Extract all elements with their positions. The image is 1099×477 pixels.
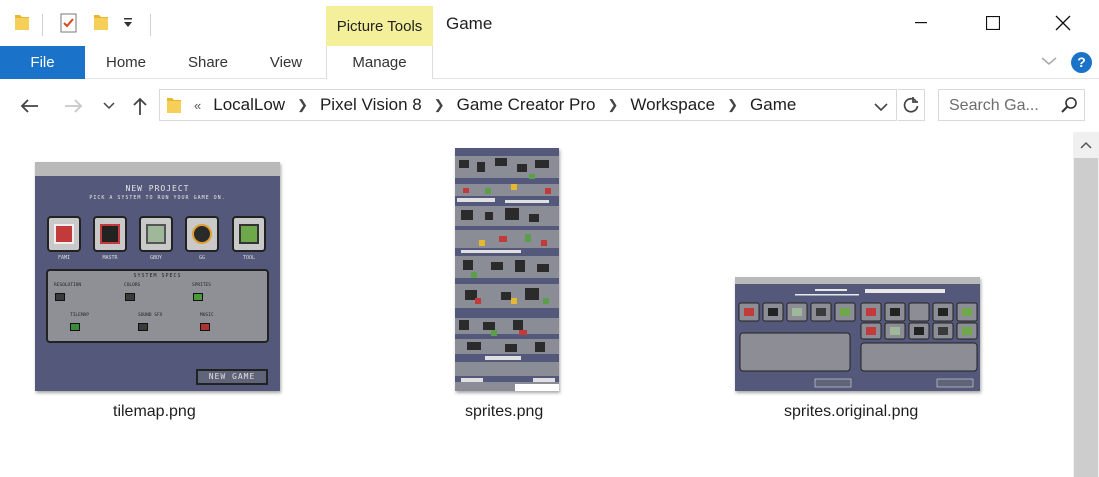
thumbnail-subtitle: PICK A SYSTEM TO RUN YOUR GAME ON. [89,195,226,201]
breadcrumb-game[interactable]: Game [750,95,796,115]
chevron-right-icon[interactable]: ❯ [434,97,445,113]
file-name-tilemap[interactable]: tilemap.png [113,403,196,421]
customize-dropdown-icon[interactable] [122,16,134,34]
tab-manage[interactable]: Manage [326,46,433,79]
file-name-sprites[interactable]: sprites.png [465,403,543,421]
overflow-icon[interactable]: « [194,98,201,113]
spec-icon [193,293,203,301]
gboy-icon [139,216,173,252]
spec-icon [200,323,210,331]
breadcrumb-pixel-vision-8[interactable]: Pixel Vision 8 [320,95,422,115]
chevron-right-icon[interactable]: ❯ [727,97,738,113]
chevron-right-icon[interactable]: ❯ [608,97,619,113]
expand-ribbon-icon[interactable] [1040,54,1058,72]
forward-button[interactable] [62,94,86,118]
system-label: TOOL [242,255,256,261]
system-label: GG [198,255,206,261]
thumbnail-title: NEW PROJECT [125,184,190,193]
properties-icon[interactable] [60,12,78,39]
chevron-right-icon[interactable]: ❯ [297,97,308,113]
gg-icon [185,216,219,252]
specs-title: SYSTEM SPECS [133,273,182,279]
spec-icon [125,293,135,301]
thumbnail-tilemap[interactable]: NEW PROJECT PICK A SYSTEM TO RUN YOUR GA… [35,162,280,391]
sprite-sheet-original-image [735,277,980,391]
file-name-sprites-original[interactable]: sprites.original.png [784,403,918,421]
window-title: Game [446,14,493,33]
up-button[interactable] [128,94,152,118]
refresh-button[interactable] [898,89,925,121]
fami-icon [47,216,81,252]
chevron-down-icon[interactable] [874,99,888,117]
spec-label: MUSIC [200,313,214,318]
close-button[interactable] [1027,0,1099,46]
new-game-button: NEW GAME [196,369,268,385]
tab-view[interactable]: View [256,46,316,79]
system-label: MASTR [102,255,118,261]
recent-locations-button[interactable] [97,94,121,118]
system-label: FAMI [57,255,71,261]
vertical-scrollbar[interactable] [1073,132,1099,477]
new-folder-icon[interactable] [93,12,109,37]
breadcrumb-locallow[interactable]: LocalLow [213,95,285,115]
folder-icon[interactable] [14,12,30,37]
tab-file[interactable]: File [0,46,85,79]
minimize-button[interactable] [885,0,957,46]
tool-icon [232,216,266,252]
spec-label: SPRITES [192,283,211,288]
search-icon[interactable] [1061,97,1077,118]
thumbnail-sprites[interactable] [455,148,559,391]
scroll-up-button[interactable] [1073,132,1099,158]
breadcrumb-workspace[interactable]: Workspace [630,95,715,115]
search-input[interactable]: Search Ga... [949,97,1039,115]
spec-label: SOUND SFX [138,313,163,318]
ribbon-tabs: File Home Share View Manage ? [0,46,1099,79]
spec-label: TILEMAP [70,313,89,318]
system-label: GBOY [149,255,163,261]
mastr-icon [93,216,127,252]
spec-icon [55,293,65,301]
divider [150,14,151,36]
spec-icon [138,323,148,331]
search-box[interactable]: Search Ga... [938,89,1085,121]
help-button[interactable]: ? [1071,52,1092,73]
address-bar[interactable]: « LocalLow ❯ Pixel Vision 8 ❯ Game Creat… [159,89,897,121]
tab-home[interactable]: Home [92,46,160,79]
picture-tools-label: Picture Tools [326,6,433,46]
maximize-button[interactable] [957,0,1029,46]
thumbnail-sprites-original[interactable] [735,277,980,391]
spec-label: RESOLUTION [54,283,82,288]
spec-label: COLORS [124,283,141,288]
thumbnail-toolbar [35,162,280,176]
sprite-sheet-image [455,148,559,391]
scrollbar-thumb[interactable] [1074,158,1098,477]
tab-share[interactable]: Share [175,46,241,79]
title-bar: Picture Tools Game [0,0,1099,46]
folder-icon [166,95,182,120]
divider [42,14,43,36]
back-button[interactable] [17,94,41,118]
breadcrumb-game-creator-pro[interactable]: Game Creator Pro [457,95,596,115]
breadcrumb: « LocalLow ❯ Pixel Vision 8 ❯ Game Creat… [194,90,796,120]
system-specs-panel: SYSTEM SPECS RESOLUTION COLORS SPRITES T… [46,269,269,343]
spec-icon [70,323,80,331]
